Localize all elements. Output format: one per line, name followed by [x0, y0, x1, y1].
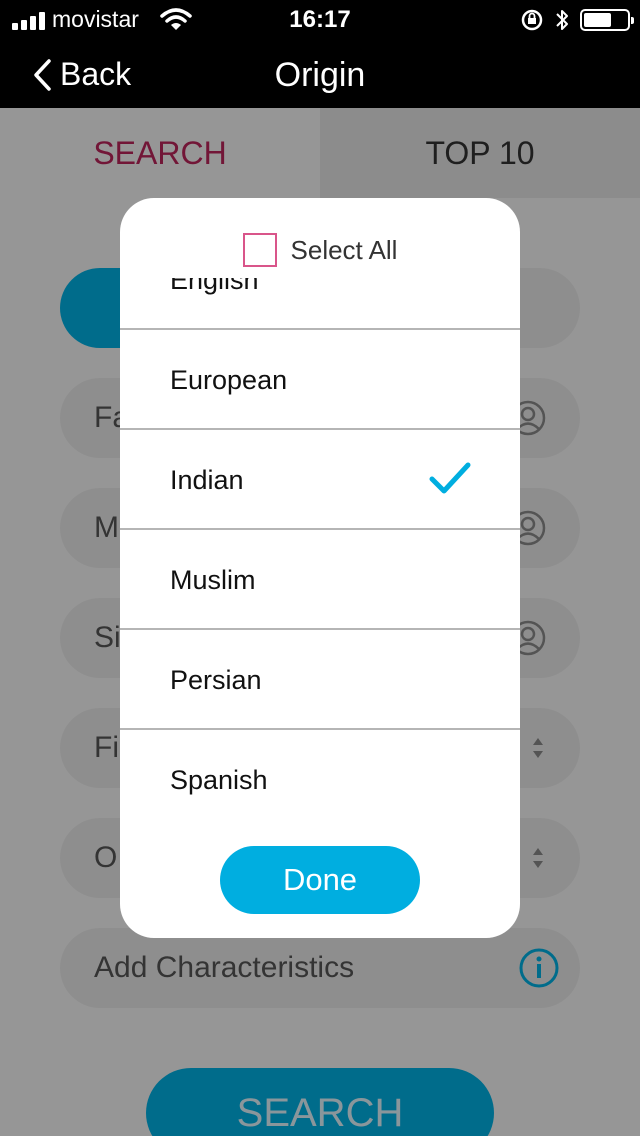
- item-label: Indian: [170, 465, 244, 495]
- battery-icon: [580, 9, 634, 31]
- done-button[interactable]: Done: [220, 846, 420, 914]
- select-all-checkbox[interactable]: [242, 233, 277, 267]
- page-title: Origin: [274, 56, 366, 94]
- origin-picker-modal: Select All English European Indian Musli…: [120, 198, 520, 938]
- status-bar: movistar 16:17: [0, 0, 640, 40]
- checkmark-icon: [429, 462, 471, 494]
- origin-list[interactable]: English European Indian Muslim Persian S…: [120, 278, 520, 824]
- select-all-row[interactable]: Select All: [120, 228, 520, 272]
- select-all-label: Select All: [290, 234, 398, 265]
- item-label: Persian: [170, 665, 262, 695]
- rotation-lock-icon: [521, 9, 543, 31]
- bluetooth-icon: [556, 10, 568, 30]
- item-label: Muslim: [170, 565, 256, 595]
- list-item-persian[interactable]: Persian: [120, 630, 520, 730]
- list-item-spanish[interactable]: Spanish: [120, 730, 520, 824]
- list-item-indian[interactable]: Indian: [120, 430, 520, 530]
- item-label: Spanish: [170, 765, 268, 795]
- item-label: English: [170, 278, 259, 295]
- navigation-bar: Back Origin: [0, 40, 640, 108]
- item-label: European: [170, 365, 288, 395]
- list-item-european[interactable]: European: [120, 330, 520, 430]
- list-item-english[interactable]: English: [120, 278, 520, 330]
- list-item-muslim[interactable]: Muslim: [120, 530, 520, 630]
